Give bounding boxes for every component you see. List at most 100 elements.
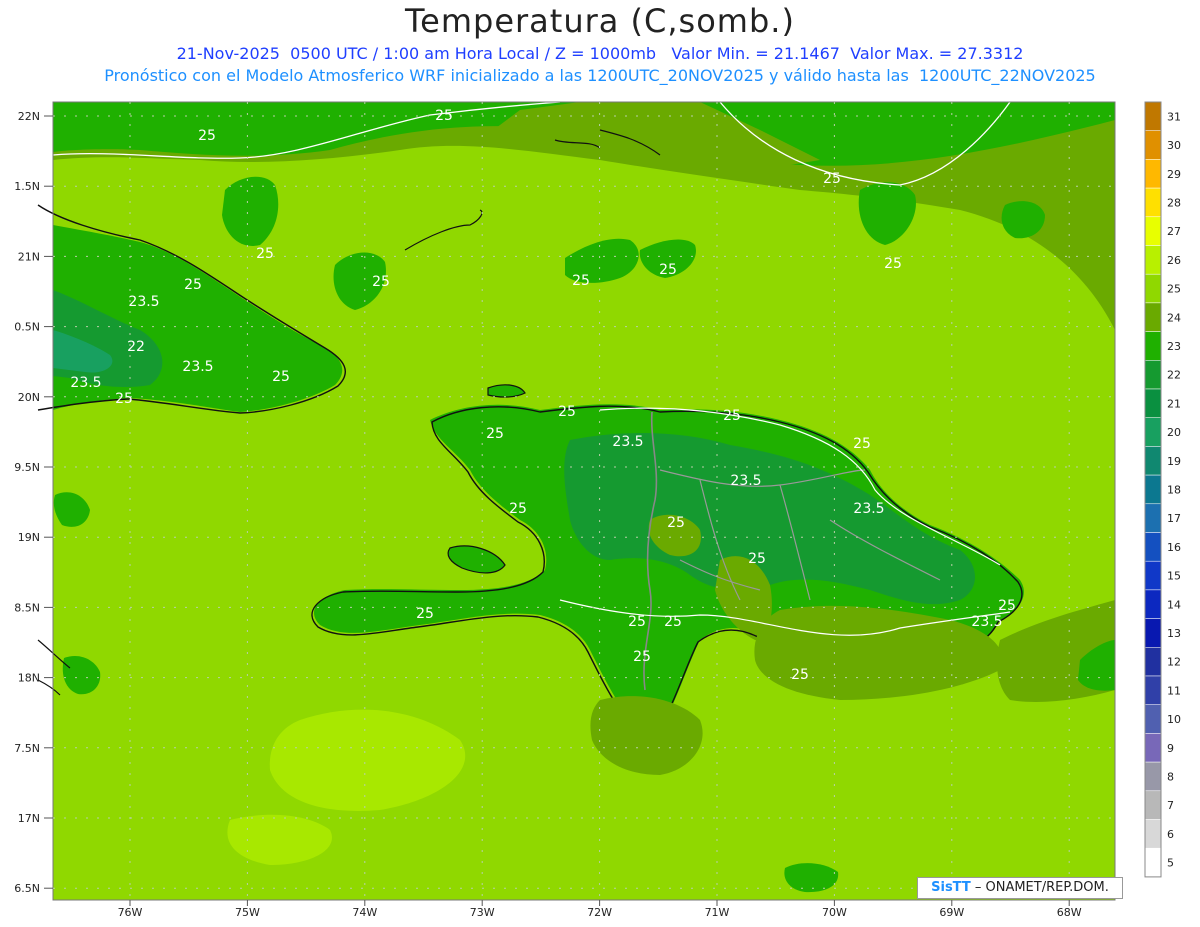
lon-tick-label: 72W <box>587 906 612 919</box>
colorbar-label: 29 <box>1167 168 1181 181</box>
colorbar-swatch <box>1144 417 1162 447</box>
lat-tick-label: 19N <box>18 531 40 544</box>
contour-label: 25 <box>509 501 527 517</box>
contour-label: 25 <box>558 404 576 420</box>
colorbar-label: 18 <box>1167 483 1181 496</box>
colorbar-swatch <box>1144 704 1162 734</box>
colorbar-label: 30 <box>1167 139 1181 152</box>
contour-label: 25 <box>998 598 1016 614</box>
colorbar-swatch <box>1144 819 1162 849</box>
contour-label: 25 <box>115 391 133 407</box>
colorbar-swatch <box>1144 216 1162 246</box>
lon-tick-label: 76W <box>118 906 143 919</box>
contour-label: 23.5 <box>971 614 1002 630</box>
colorbar-label: 27 <box>1167 225 1181 238</box>
lat-tick-label: 7.5N <box>14 742 40 755</box>
colorbar-label: 31 <box>1167 110 1181 123</box>
lat-tick-label: 21N <box>18 250 40 263</box>
colorbar-swatch <box>1144 159 1162 189</box>
colorbar-label: 9 <box>1167 742 1174 755</box>
colorbar-swatch <box>1144 360 1162 390</box>
credit-text: – ONAMET/REP.DOM. <box>970 880 1109 895</box>
colorbar-swatch <box>1144 733 1162 763</box>
temperature-map: 252525252525 25252523.52223.52523.52525 25… <box>14 101 1181 919</box>
colorbar-label: 25 <box>1167 283 1181 296</box>
contour-label: 23.5 <box>612 434 643 450</box>
sis-logo-text: SisTT <box>931 880 971 895</box>
colorbar-swatch <box>1144 647 1162 677</box>
contour-label: 25 <box>256 246 274 262</box>
colorbar-swatch <box>1144 532 1162 562</box>
colorbar-swatch <box>1144 446 1162 476</box>
lat-tick-label: 0.5N <box>14 321 40 334</box>
contour-label: 25 <box>823 171 841 187</box>
contour-label: 25 <box>748 551 766 567</box>
colorbar-swatch <box>1144 847 1162 878</box>
temperature-colorbar: 31 30 29 28 27 26 25 24 23 22 21 20 19 18 17 16 15 14 13 12… <box>1144 101 1181 878</box>
colorbar-label: 26 <box>1167 254 1181 267</box>
lon-tick-label: 75W <box>235 906 260 919</box>
contour-label: 25 <box>791 667 809 683</box>
contour-label: 25 <box>723 408 741 424</box>
lat-tick-label: 20N <box>18 391 40 404</box>
colorbar-label: 13 <box>1167 627 1181 640</box>
contour-label: 25 <box>853 436 871 452</box>
colorbar-label: 24 <box>1167 311 1181 324</box>
colorbar-swatch <box>1144 331 1162 361</box>
colorbar-swatch <box>1144 130 1162 160</box>
colorbar-swatch <box>1144 474 1162 505</box>
lat-tick-label: 18N <box>18 672 40 685</box>
lon-tick-label: 69W <box>939 906 964 919</box>
colorbar-label: 17 <box>1167 512 1181 525</box>
lon-tick-label: 68W <box>1057 906 1082 919</box>
latitude-labels: 22N 1.5N 21N 0.5N 20N 9.5N 19N 8.5N 18N 7.5N 17N 6.… <box>14 110 53 895</box>
lon-tick-label: 70W <box>822 906 847 919</box>
lat-tick-label: 8.5N <box>14 601 40 614</box>
contour-label: 23.5 <box>730 473 761 489</box>
colorbar-label: 12 <box>1167 656 1181 669</box>
colorbar-label: 20 <box>1167 426 1181 439</box>
contour-label: 25 <box>667 515 685 531</box>
colorbar-swatch <box>1144 618 1162 648</box>
colorbar-label: 16 <box>1167 541 1181 554</box>
lat-tick-label: 9.5N <box>14 461 40 474</box>
lat-tick-label: 6.5N <box>14 882 40 895</box>
colorbar-swatch <box>1144 302 1162 332</box>
lat-tick-label: 17N <box>18 812 40 825</box>
colorbar-swatch <box>1144 273 1162 304</box>
lon-tick-label: 74W <box>352 906 377 919</box>
map-panel <box>37 101 1116 901</box>
colorbar-swatch <box>1144 790 1162 820</box>
colorbar-label: 5 <box>1167 857 1174 870</box>
contour-label: 23.5 <box>182 359 213 375</box>
colorbar-label: 14 <box>1167 598 1181 611</box>
colorbar-label: 15 <box>1167 570 1181 583</box>
contour-label: 25 <box>184 277 202 293</box>
contour-label: 22 <box>127 339 145 355</box>
colorbar-swatch <box>1144 503 1162 533</box>
colorbar-swatch <box>1144 187 1162 218</box>
colorbar-swatch <box>1144 589 1162 619</box>
contour-label: 25 <box>633 649 651 665</box>
colorbar-swatch <box>1144 388 1162 418</box>
lat-tick-label: 22N <box>18 110 40 123</box>
colorbar-swatch <box>1144 245 1162 275</box>
colorbar-swatch <box>1144 560 1162 591</box>
contour-label: 25 <box>884 256 902 272</box>
colorbar-label: 21 <box>1167 397 1181 410</box>
colorbar-swatch <box>1144 675 1162 705</box>
contour-label: 25 <box>628 614 646 630</box>
colorbar-swatch <box>1144 761 1162 792</box>
colorbar-label: 7 <box>1167 799 1174 812</box>
contour-label: 25 <box>416 606 434 622</box>
contour-label: 25 <box>272 369 290 385</box>
colorbar-label: 6 <box>1167 828 1174 841</box>
colorbar-label: 8 <box>1167 770 1174 783</box>
contour-label: 25 <box>435 108 453 124</box>
colorbar-swatch <box>1144 101 1162 131</box>
longitude-labels: 76W 75W 74W 73W 72W 71W 70W 69W 68W <box>118 900 1082 919</box>
contour-label: 25 <box>372 274 390 290</box>
lat-tick-label: 1.5N <box>14 180 40 193</box>
contour-label: 25 <box>572 273 590 289</box>
contour-label: 25 <box>664 614 682 630</box>
